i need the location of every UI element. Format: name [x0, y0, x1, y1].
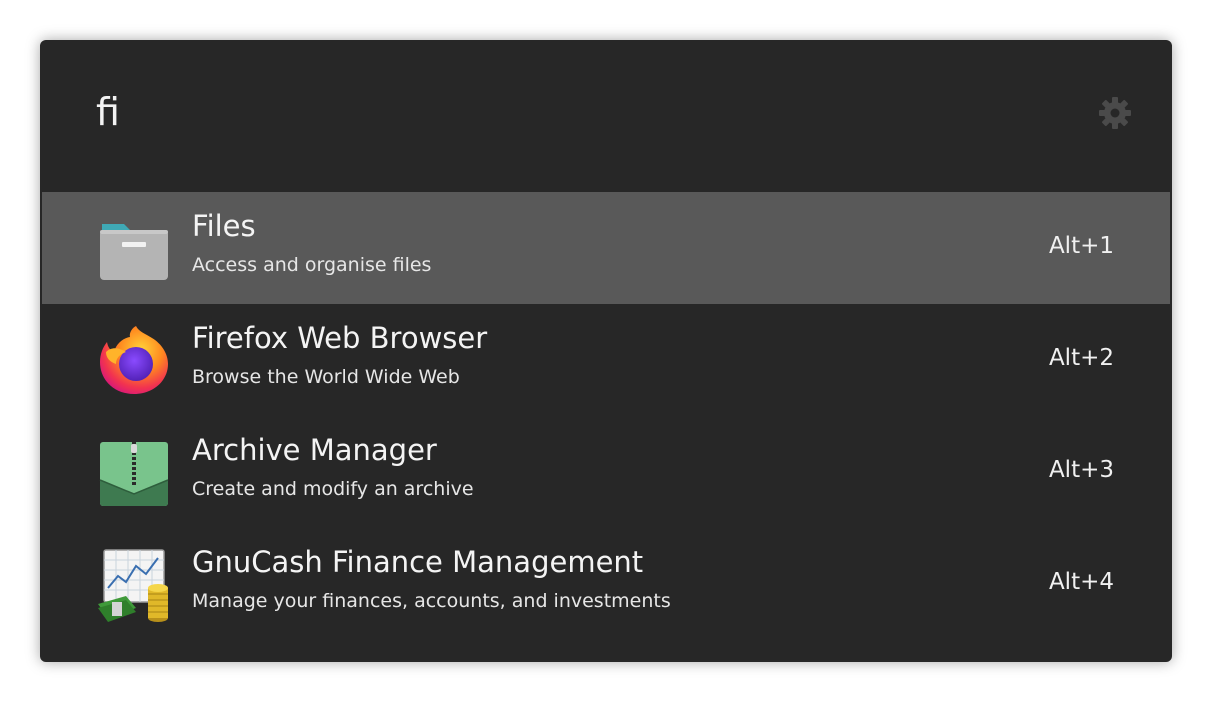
search-bar	[40, 40, 1172, 190]
result-item-gnucash[interactable]: GnuCash Finance Management Manage your f…	[42, 528, 1170, 640]
gear-icon	[1099, 97, 1131, 129]
results-list: Files Access and organise files Alt+1 Fi…	[42, 192, 1170, 640]
result-shortcut: Alt+1	[1048, 233, 1114, 259]
firefox-icon	[96, 324, 172, 400]
result-description: Browse the World Wide Web	[192, 366, 460, 388]
gnucash-icon	[96, 548, 172, 624]
result-item-files[interactable]: Files Access and organise files Alt+1	[42, 192, 1170, 304]
settings-button[interactable]	[1098, 96, 1132, 130]
result-shortcut: Alt+2	[1048, 345, 1114, 371]
result-description: Access and organise files	[192, 254, 432, 276]
result-shortcut: Alt+3	[1048, 457, 1114, 483]
folder-icon	[96, 212, 172, 288]
archive-icon	[96, 436, 172, 512]
result-title: Archive Manager	[192, 433, 437, 467]
result-title: Firefox Web Browser	[192, 321, 488, 355]
launcher-window: Files Access and organise files Alt+1	[40, 40, 1172, 662]
search-input[interactable]	[96, 84, 996, 140]
result-item-firefox[interactable]: Firefox Web Browser Browse the World Wid…	[42, 304, 1170, 416]
result-title: GnuCash Finance Management	[192, 545, 644, 579]
result-title: Files	[192, 209, 256, 243]
result-description: Manage your finances, accounts, and inve…	[192, 590, 671, 612]
result-description: Create and modify an archive	[192, 478, 474, 500]
result-item-archive-manager[interactable]: Archive Manager Create and modify an arc…	[42, 416, 1170, 528]
result-shortcut: Alt+4	[1048, 569, 1114, 595]
